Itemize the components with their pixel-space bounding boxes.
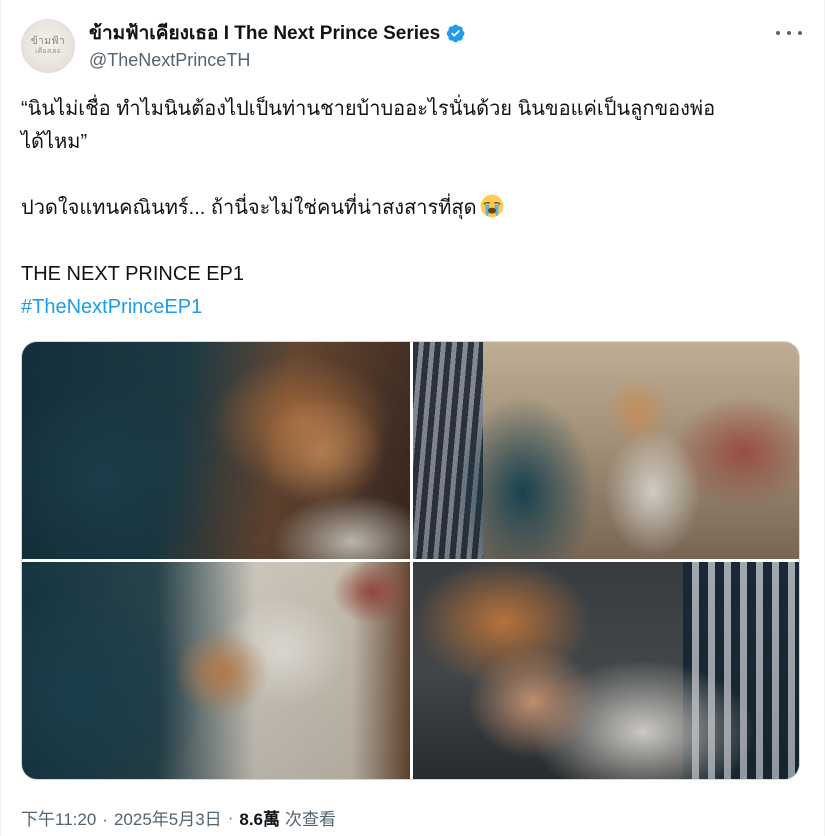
verified-badge-icon [445,23,466,44]
photo-3[interactable] [22,562,410,779]
more-dot [787,31,791,35]
tweet-hashtag-wrap: #TheNextPrinceEP1 [21,291,801,324]
tweet-card: ข้ามฟ้า เคียงเธอ ข้ามฟ้าเคียงเธอ I The N… [0,0,825,836]
meta-separator: · [227,807,234,827]
hashtag-link[interactable]: #TheNextPrinceEP1 [21,296,202,318]
author-handle[interactable]: @TheNextPrinceTH [89,50,250,71]
more-icon[interactable] [776,24,802,42]
loudly-crying-face-emoji-icon [480,194,504,218]
meta-separator: · [102,810,108,829]
photo-overlay [22,342,410,559]
tweet-time: 下午11:20 [21,810,97,829]
photo-4[interactable] [413,562,799,779]
tweet-meta: 下午11:20 · 2025年5月3日 · 8.6萬 次查看 [21,805,336,830]
tweet-line-2: ได้ไหม” [21,131,88,153]
tweet-line-1: “นินไม่เชื่อ ทำไมนินต้องไปเป็นท่านชายบ้า… [21,98,716,120]
author-avatar[interactable]: ข้ามฟ้า เคียงเธอ [21,19,75,73]
photo-overlay [413,562,799,779]
photo-overlay [22,562,410,779]
avatar-text-line1: ข้ามฟ้า [30,36,66,47]
views-count: 8.6萬 [239,810,280,829]
tweet-line-3: ปวดใจแทนคณินทร์... ถ้านี่จะไม่ใช่คนที่น่… [21,197,477,219]
author-name-row: ข้ามฟ้าเคียงเธอ I The Next Prince Series [89,20,466,46]
photo-overlay [413,342,799,559]
tweet-date: 2025年5月3日 [113,810,222,829]
avatar-text-line2: เคียงเธอ [35,47,61,55]
more-dot [798,31,802,35]
tweet-text: “นินไม่เชื่อ ทำไมนินต้องไปเป็นท่านชายบ้า… [21,93,801,324]
tweet-line-3-wrap: ปวดใจแทนคณินทร์... ถ้านี่จะไม่ใช่คนที่น่… [21,192,801,225]
views-label: 次查看 [285,810,336,829]
more-dot [776,31,780,35]
tweet-time-link[interactable]: 下午11:20 · 2025年5月3日 [21,805,222,830]
photo-2[interactable] [413,342,799,559]
author-display-name[interactable]: ข้ามฟ้าเคียงเธอ I The Next Prince Series [89,18,440,48]
photo-1[interactable] [22,342,410,559]
media-grid [21,341,800,780]
tweet-line-4: THE NEXT PRINCE EP1 [21,263,245,285]
